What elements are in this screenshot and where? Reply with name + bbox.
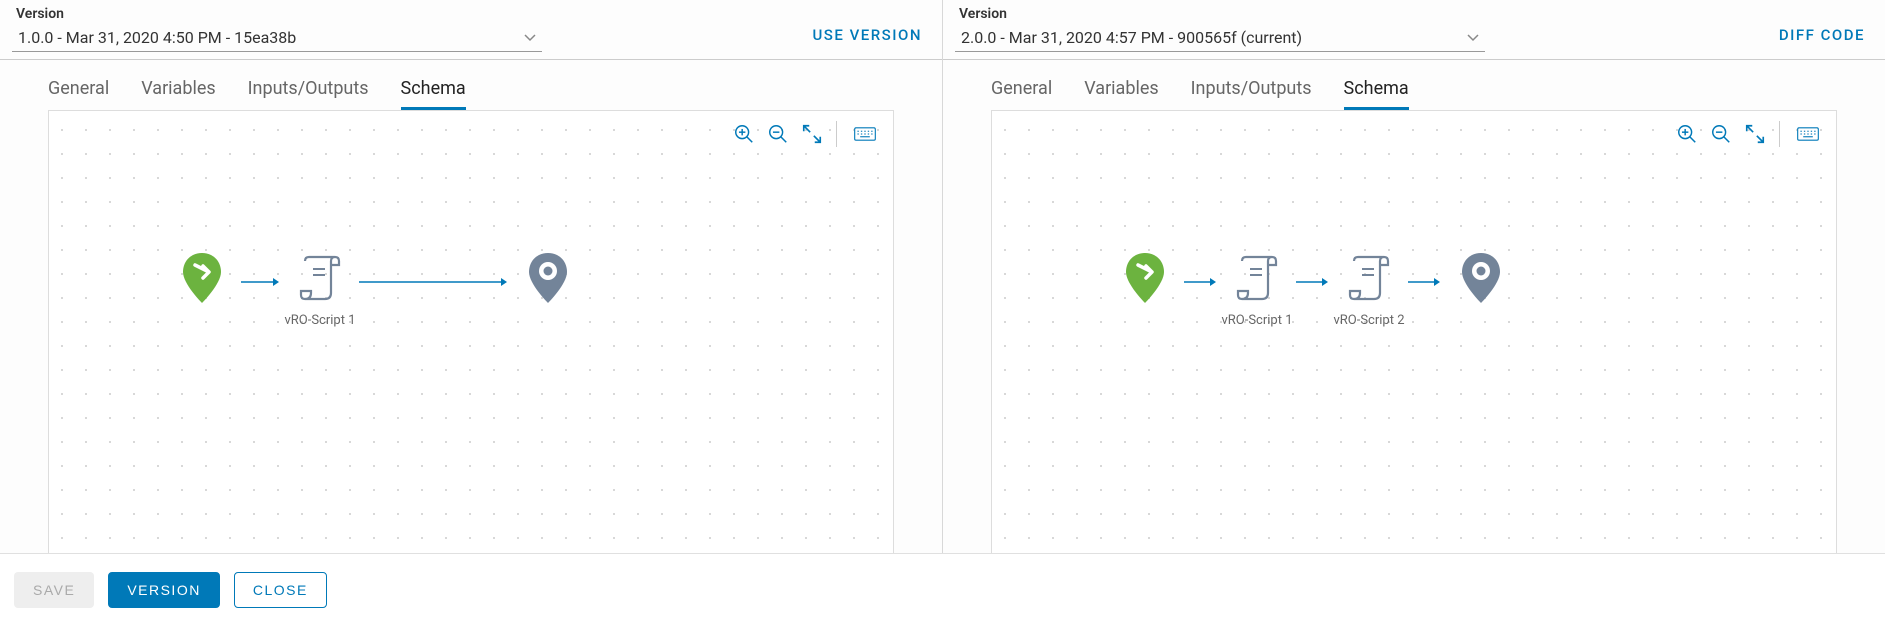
version-header-left: Version 1.0.0 - Mar 31, 2020 4:50 PM - 1…	[0, 0, 942, 60]
version-select-right[interactable]: 2.0.0 - Mar 31, 2020 4:57 PM - 900565f (…	[955, 24, 1485, 52]
start-node[interactable]	[169, 251, 235, 332]
tab-general[interactable]: General	[991, 78, 1052, 110]
fit-screen-icon[interactable]	[1743, 122, 1767, 146]
zoom-in-icon[interactable]	[732, 122, 756, 146]
node-label: vRO-Script 1	[1221, 313, 1292, 328]
canvas-toolbar	[732, 121, 881, 147]
fit-screen-icon[interactable]	[800, 122, 824, 146]
flow-arrow	[241, 276, 281, 308]
version-field-label: Version	[955, 6, 1771, 22]
flow-arrow	[359, 276, 509, 308]
script-node-1[interactable]: vRO-Script 1	[287, 255, 353, 328]
workflow-flow-right: vRO-Script 1 vRO-Script 2	[1112, 251, 1514, 332]
tabs-left: General Variables Inputs/Outputs Schema	[0, 60, 942, 110]
version-select-value: 1.0.0 - Mar 31, 2020 4:50 PM - 15ea38b	[18, 28, 296, 47]
schema-canvas-right[interactable]: vRO-Script 1 vRO-Script 2	[991, 110, 1837, 553]
keyboard-icon[interactable]	[1792, 122, 1824, 146]
version-select-value: 2.0.0 - Mar 31, 2020 4:57 PM - 900565f (…	[961, 28, 1302, 47]
script-node-2[interactable]: vRO-Script 2	[1336, 255, 1402, 328]
tab-inputs-outputs[interactable]: Inputs/Outputs	[1191, 78, 1312, 110]
diff-code-button[interactable]: DIFF CODE	[1771, 6, 1873, 44]
end-node[interactable]	[515, 251, 581, 332]
end-node[interactable]	[1448, 251, 1514, 332]
tab-schema[interactable]: Schema	[401, 78, 466, 110]
flow-arrow	[1296, 276, 1330, 308]
save-button: SAVE	[14, 572, 94, 608]
flow-arrow	[1184, 276, 1218, 308]
script-node-1[interactable]: vRO-Script 1	[1224, 255, 1290, 328]
close-button[interactable]: CLOSE	[234, 572, 327, 608]
version-pane-right: Version 2.0.0 - Mar 31, 2020 4:57 PM - 9…	[943, 0, 1885, 553]
node-label: vRO-Script 1	[284, 313, 355, 328]
node-label	[1479, 317, 1482, 332]
tab-variables[interactable]: Variables	[141, 78, 215, 110]
keyboard-icon[interactable]	[849, 122, 881, 146]
version-header-right: Version 2.0.0 - Mar 31, 2020 4:57 PM - 9…	[943, 0, 1885, 60]
node-label	[1143, 317, 1146, 332]
tab-general[interactable]: General	[48, 78, 109, 110]
toolbar-separator	[1779, 121, 1780, 147]
zoom-out-icon[interactable]	[1709, 122, 1733, 146]
toolbar-separator	[836, 121, 837, 147]
tab-schema[interactable]: Schema	[1344, 78, 1409, 110]
chevron-down-icon	[1467, 31, 1479, 45]
use-version-button[interactable]: USE VERSION	[804, 6, 930, 44]
tab-inputs-outputs[interactable]: Inputs/Outputs	[248, 78, 369, 110]
chevron-down-icon	[524, 31, 536, 45]
canvas-toolbar	[1675, 121, 1824, 147]
node-label: vRO-Script 2	[1333, 313, 1404, 328]
tab-variables[interactable]: Variables	[1084, 78, 1158, 110]
node-label	[200, 317, 203, 332]
node-label	[546, 317, 549, 332]
flow-arrow	[1408, 276, 1442, 308]
workflow-flow-left: vRO-Script 1	[169, 251, 581, 332]
schema-canvas-left[interactable]: vRO-Script 1	[48, 110, 894, 553]
version-button[interactable]: VERSION	[108, 572, 220, 608]
footer-actions: SAVE VERSION CLOSE	[0, 554, 1885, 626]
zoom-out-icon[interactable]	[766, 122, 790, 146]
version-pane-left: Version 1.0.0 - Mar 31, 2020 4:50 PM - 1…	[0, 0, 943, 553]
tabs-right: General Variables Inputs/Outputs Schema	[943, 60, 1885, 110]
start-node[interactable]	[1112, 251, 1178, 332]
version-field-label: Version	[12, 6, 804, 22]
zoom-in-icon[interactable]	[1675, 122, 1699, 146]
version-select-left[interactable]: 1.0.0 - Mar 31, 2020 4:50 PM - 15ea38b	[12, 24, 542, 52]
